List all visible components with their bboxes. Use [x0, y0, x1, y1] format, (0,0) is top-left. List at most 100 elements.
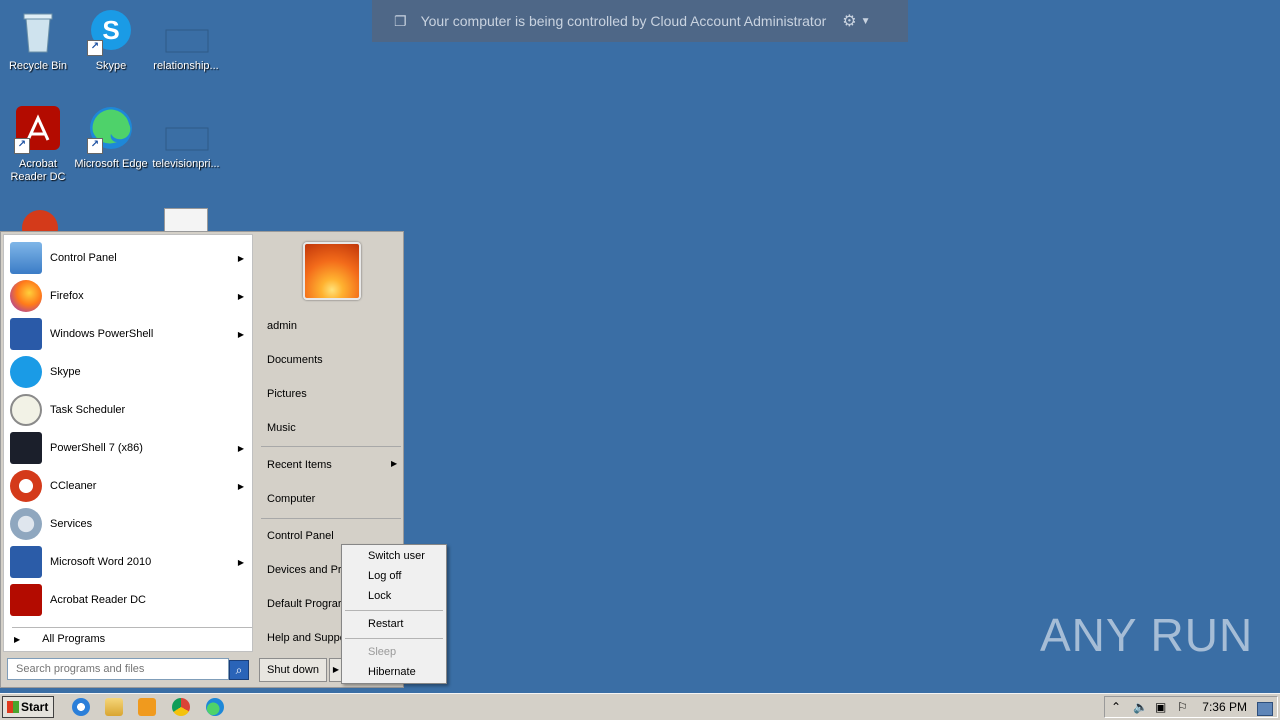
program-task-scheduler[interactable]: Task Scheduler [10, 392, 250, 428]
menu-item-switch-user[interactable]: Switch user [368, 550, 425, 562]
program-ccleaner[interactable]: CCleaner ▶ [10, 468, 250, 504]
desktop-icon-edge[interactable]: ↗ Microsoft Edge [73, 106, 149, 171]
network-icon[interactable]: ▣ [1155, 700, 1166, 714]
program-firefox[interactable]: Firefox ▶ [10, 278, 250, 314]
file-icon [162, 106, 210, 154]
ccleaner-icon [10, 470, 42, 502]
separator [261, 446, 401, 447]
desktop-icon-label: televisionpri... [152, 158, 220, 170]
submenu-arrow-icon: ▶ [237, 253, 244, 263]
program-label: Skype [50, 366, 81, 378]
submenu-arrow-icon: ▶ [237, 481, 244, 491]
firefox-icon [10, 280, 42, 312]
banner-message: Your computer is being controlled by Clo… [420, 13, 827, 29]
program-control-panel[interactable]: Control Panel ▶ [10, 240, 250, 276]
all-programs-item[interactable]: ▶ All Programs [14, 633, 105, 645]
desktop-icon-relationship[interactable]: relationship... [148, 8, 224, 73]
desktop-icon-acrobat[interactable]: ↗ Acrobat Reader DC [0, 106, 76, 184]
programs-list: Control Panel ▶ Firefox ▶ Windows PowerS… [3, 234, 253, 652]
place-label: Documents [267, 354, 323, 366]
place-devices-and-printers[interactable]: Devices and Pri [267, 564, 344, 576]
place-label: Default Prograr [267, 598, 342, 610]
place-label: admin [267, 320, 297, 332]
menu-item-restart[interactable]: Restart [368, 618, 403, 630]
place-label: Computer [267, 493, 316, 505]
program-windows-powershell[interactable]: Windows PowerShell ▶ [10, 316, 250, 352]
place-label: Music [267, 422, 296, 434]
volume-icon[interactable]: 🔈 [1133, 700, 1148, 714]
place-documents[interactable]: Documents [267, 354, 323, 366]
internet-explorer-icon[interactable] [72, 698, 90, 716]
separator [345, 610, 443, 611]
search-icon[interactable]: ⌕ [229, 660, 249, 680]
anyrun-watermark: ANY RUN [1040, 609, 1254, 661]
program-microsoft-word[interactable]: Microsoft Word 2010 ▶ [10, 544, 250, 580]
gear-icon[interactable]: ⚙ [842, 11, 856, 31]
program-powershell-7[interactable]: PowerShell 7 (x86) ▶ [10, 430, 250, 466]
action-center-flag-icon[interactable]: ⚐ [1177, 700, 1188, 714]
place-label: Help and Suppo [267, 632, 346, 644]
show-desktop-icon[interactable] [1257, 702, 1273, 716]
place-label: Recent Items [267, 459, 332, 471]
desktop-icon-label: Microsoft Edge [74, 158, 148, 170]
triangle-right-icon: ▶ [14, 634, 21, 644]
menu-item-hibernate[interactable]: Hibernate [368, 666, 416, 678]
place-music[interactable]: Music [267, 422, 296, 434]
windows-logo-icon [7, 701, 19, 713]
clock-icon [10, 394, 42, 426]
shortcut-arrow-icon: ↗ [87, 138, 103, 154]
all-programs-label: All Programs [42, 633, 106, 645]
place-label: Pictures [267, 388, 307, 400]
skype-icon [10, 356, 42, 388]
media-player-icon[interactable] [138, 698, 156, 716]
program-label: PowerShell 7 (x86) [50, 442, 143, 454]
submenu-arrow-icon: ▶ [237, 329, 244, 339]
edge-icon[interactable] [206, 698, 224, 716]
program-label: Acrobat Reader DC [50, 594, 146, 606]
menu-item-lock[interactable]: Lock [368, 590, 391, 602]
powershell-7-icon [10, 432, 42, 464]
place-label: Control Panel [267, 530, 334, 542]
menu-item-log-off[interactable]: Log off [368, 570, 401, 582]
place-control-panel[interactable]: Control Panel [267, 530, 334, 542]
window-restore-icon[interactable]: ❐ [394, 13, 407, 30]
desktop-icon-label: Skype [95, 60, 127, 72]
program-acrobat-reader[interactable]: Acrobat Reader DC [10, 582, 250, 618]
program-label: Services [50, 518, 93, 530]
start-button[interactable]: Start [2, 696, 54, 718]
recycle-bin-icon [14, 8, 62, 56]
program-skype[interactable]: Skype [10, 354, 250, 390]
place-computer[interactable]: Computer [267, 493, 315, 505]
acrobat-icon: ↗ [14, 106, 62, 154]
program-label: Firefox [50, 290, 84, 302]
place-pictures[interactable]: Pictures [267, 388, 307, 400]
separator [12, 627, 252, 628]
system-tray: ⌃ 🔈 ▣ ⚐ 7:36 PM [1104, 696, 1278, 718]
file-explorer-icon[interactable] [105, 698, 123, 716]
shutdown-menu: Switch user Log off Lock Restart Sleep H… [341, 544, 447, 684]
desktop-icon-skype[interactable]: S ↗ Skype [73, 8, 149, 73]
ccleaner-desktop-icon[interactable] [20, 204, 60, 232]
user-avatar[interactable] [303, 242, 361, 300]
place-default-programs[interactable]: Default Prograr [267, 598, 342, 610]
desktop-icon-label: Recycle Bin [8, 60, 68, 72]
shutdown-button[interactable]: Shut down [259, 658, 327, 682]
program-label: CCleaner [50, 480, 97, 492]
chrome-icon[interactable] [172, 698, 190, 716]
gears-icon [10, 508, 42, 540]
desktop-icon-televisionpri[interactable]: televisionpri... [148, 106, 224, 171]
chevron-down-icon[interactable]: ▼ [861, 16, 871, 27]
separator [261, 518, 401, 519]
place-admin[interactable]: admin [267, 320, 297, 332]
search-input[interactable] [7, 658, 229, 680]
program-services[interactable]: Services [10, 506, 250, 542]
place-help-and-support[interactable]: Help and Suppo [267, 632, 346, 644]
word-icon [10, 546, 42, 578]
place-recent-items[interactable]: Recent Items ▶ [267, 459, 397, 471]
shortcut-arrow-icon: ↗ [14, 138, 30, 154]
menu-item-sleep: Sleep [368, 646, 397, 658]
desktop-icon-recycle-bin[interactable]: Recycle Bin [0, 8, 76, 73]
show-hidden-icons-icon[interactable]: ⌃ [1111, 700, 1121, 714]
document-desktop-icon[interactable] [164, 208, 208, 232]
clock[interactable]: 7:36 PM [1202, 700, 1247, 714]
